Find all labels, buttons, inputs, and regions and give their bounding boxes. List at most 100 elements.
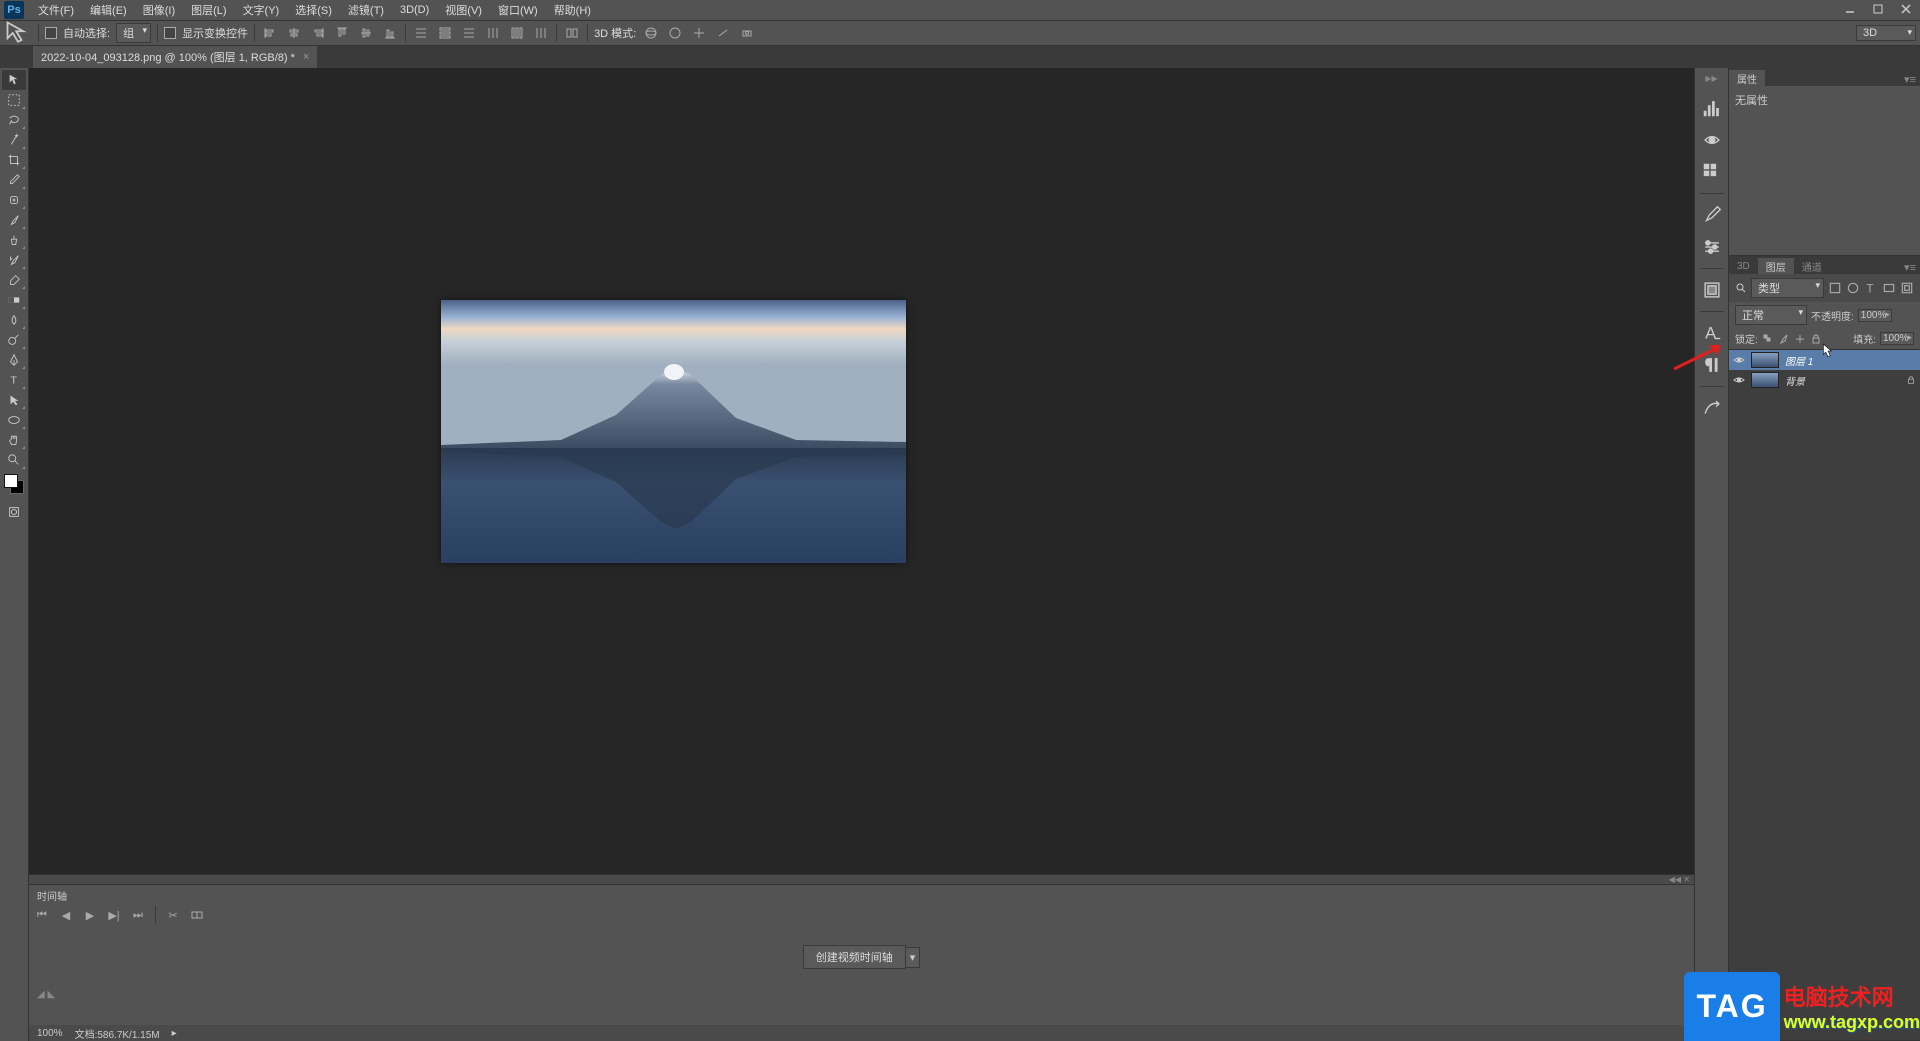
crop-tool[interactable] — [2, 150, 26, 170]
magic-wand-tool[interactable] — [2, 130, 26, 150]
visibility-icon[interactable] — [1733, 354, 1745, 366]
show-transform-checkbox[interactable] — [164, 27, 176, 39]
lock-transparent-icon[interactable] — [1762, 333, 1774, 345]
align-top-edges-icon[interactable] — [333, 24, 351, 42]
menu-filter[interactable]: 滤镜(T) — [340, 0, 392, 20]
zoom-3d-icon[interactable] — [738, 24, 756, 42]
eyedropper-tool[interactable] — [2, 170, 26, 190]
type-tool[interactable]: T — [2, 370, 26, 390]
menu-image[interactable]: 图像(I) — [135, 0, 183, 20]
create-timeline-dropdown[interactable]: ▾ — [905, 947, 921, 968]
cut-icon[interactable]: ✂ — [166, 908, 180, 922]
tab-3d[interactable]: 3D — [1729, 258, 1758, 274]
auto-align-icon[interactable] — [563, 24, 581, 42]
align-horizontal-center-icon[interactable] — [285, 24, 303, 42]
goto-last-frame-icon[interactable]: ⏭ — [131, 908, 145, 922]
foreground-color[interactable] — [4, 474, 18, 488]
lock-position-icon[interactable] — [1794, 333, 1806, 345]
goto-first-frame-icon[interactable]: ⏮ — [35, 908, 49, 922]
close-button[interactable] — [1892, 0, 1920, 18]
tab-channels[interactable]: 通道 — [1794, 258, 1830, 274]
distribute-right-icon[interactable] — [532, 24, 550, 42]
styles-panel-icon[interactable] — [1701, 279, 1723, 301]
transition-icon[interactable] — [190, 908, 204, 922]
pen-tool[interactable] — [2, 350, 26, 370]
menu-layer[interactable]: 图层(L) — [183, 0, 234, 20]
spot-heal-tool[interactable] — [2, 190, 26, 210]
marquee-tool[interactable] — [2, 90, 26, 110]
canvas-area[interactable]: ◀◀ ✕ 时间轴 ⏮ ◀ ▶ ▶| ⏭ ✂ 创建视频时间轴 ▾ ◢ ◣ — [29, 68, 1694, 1041]
maximize-button[interactable] — [1864, 0, 1892, 18]
filter-pixel-icon[interactable] — [1828, 281, 1842, 295]
menu-help[interactable]: 帮助(H) — [546, 0, 599, 20]
swatches-panel-icon[interactable] — [1701, 161, 1723, 183]
roll-3d-icon[interactable] — [666, 24, 684, 42]
minimize-button[interactable] — [1836, 0, 1864, 18]
align-bottom-edges-icon[interactable] — [381, 24, 399, 42]
hand-tool[interactable] — [2, 430, 26, 450]
menu-type[interactable]: 文字(Y) — [235, 0, 288, 20]
panel-menu-icon[interactable]: ▾≡ — [1900, 73, 1920, 86]
align-vertical-center-icon[interactable] — [357, 24, 375, 42]
menu-file[interactable]: 文件(F) — [30, 0, 82, 20]
brush-tool[interactable] — [2, 210, 26, 230]
histogram-panel-icon[interactable] — [1701, 97, 1723, 119]
layer-thumbnail[interactable] — [1751, 372, 1779, 388]
layer-name[interactable]: 背景 — [1785, 373, 1805, 388]
slide-3d-icon[interactable] — [714, 24, 732, 42]
lasso-tool[interactable] — [2, 110, 26, 130]
menu-select[interactable]: 选择(S) — [287, 0, 340, 20]
create-timeline-button[interactable]: 创建视频时间轴 — [803, 945, 906, 969]
prev-frame-icon[interactable]: ◀ — [59, 908, 73, 922]
layer-thumbnail[interactable] — [1751, 352, 1779, 368]
close-tab-icon[interactable]: × — [303, 51, 309, 63]
filter-type-icon[interactable]: T — [1864, 281, 1878, 295]
path-selection-tool[interactable] — [2, 390, 26, 410]
distribute-top-icon[interactable] — [412, 24, 430, 42]
adjustments-panel-icon[interactable] — [1701, 236, 1723, 258]
paths-panel-icon[interactable] — [1701, 397, 1723, 419]
move-tool[interactable] — [2, 70, 26, 90]
tab-layers[interactable]: 图层 — [1758, 258, 1794, 274]
menu-view[interactable]: 视图(V) — [437, 0, 490, 20]
menu-3d[interactable]: 3D(D) — [392, 2, 437, 18]
quick-mask-toggle[interactable] — [2, 502, 26, 522]
layer-row[interactable]: 背景 — [1729, 370, 1920, 390]
timeline-collapse-handle[interactable]: ◀◀ ✕ — [29, 875, 1694, 885]
lock-all-icon[interactable] — [1810, 333, 1822, 345]
timeline-tab[interactable]: 时间轴 — [29, 887, 75, 903]
history-brush-tool[interactable] — [2, 250, 26, 270]
next-frame-icon[interactable]: ▶| — [107, 908, 121, 922]
eraser-tool[interactable] — [2, 270, 26, 290]
lock-paint-icon[interactable] — [1778, 333, 1790, 345]
filter-shape-icon[interactable] — [1882, 281, 1896, 295]
clone-stamp-tool[interactable] — [2, 230, 26, 250]
blend-mode-dropdown[interactable]: 正常 — [1735, 305, 1807, 325]
zoom-tool[interactable] — [2, 450, 26, 470]
workspace-3d-dropdown[interactable]: 3D — [1856, 25, 1916, 41]
orbit-3d-icon[interactable] — [642, 24, 660, 42]
play-icon[interactable]: ▶ — [83, 908, 97, 922]
dodge-tool[interactable] — [2, 330, 26, 350]
current-tool-icon[interactable] — [4, 23, 32, 43]
distribute-left-icon[interactable] — [484, 24, 502, 42]
visibility-icon[interactable] — [1733, 374, 1745, 386]
pan-3d-icon[interactable] — [690, 24, 708, 42]
gradient-tool[interactable] — [2, 290, 26, 310]
document-tab[interactable]: 2022-10-04_093128.png @ 100% (图层 1, RGB/… — [33, 46, 317, 68]
auto-select-dropdown[interactable]: 组 — [116, 23, 151, 43]
blur-tool[interactable] — [2, 310, 26, 330]
color-swatches[interactable] — [4, 474, 24, 494]
zoom-value[interactable]: 100% — [37, 1028, 63, 1039]
status-flyout-icon[interactable]: ▸ — [172, 1028, 177, 1039]
properties-tab[interactable]: 属性 — [1729, 70, 1765, 86]
menu-window[interactable]: 窗口(W) — [490, 0, 546, 20]
align-left-edges-icon[interactable] — [261, 24, 279, 42]
brush-panel-icon[interactable] — [1701, 204, 1723, 226]
align-right-edges-icon[interactable] — [309, 24, 327, 42]
distribute-vcenter-icon[interactable] — [436, 24, 454, 42]
distribute-bottom-icon[interactable] — [460, 24, 478, 42]
auto-select-checkbox[interactable] — [45, 27, 57, 39]
filter-adjustment-icon[interactable] — [1846, 281, 1860, 295]
fill-input[interactable]: 100% — [1880, 332, 1914, 345]
